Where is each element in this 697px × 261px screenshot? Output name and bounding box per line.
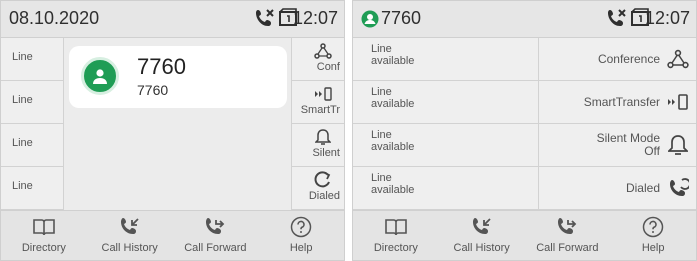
line-status: available: [371, 55, 415, 67]
help-button[interactable]: Help: [258, 211, 344, 260]
dialed-button[interactable]: Dialed: [291, 167, 344, 210]
soft-keys: Conference SmartTransfer Silent Mode Off…: [539, 38, 696, 210]
line-key-2[interactable]: Line available: [353, 81, 539, 124]
line-label: Line: [371, 86, 392, 98]
soft-keys: Conf SmartTr Silent Dialed: [291, 38, 344, 210]
silent-mode-state: Off: [644, 144, 660, 158]
call-forward-button[interactable]: Call Forward: [525, 211, 611, 260]
line-key-2[interactable]: Line: [1, 81, 64, 124]
help-label: Help: [641, 242, 665, 254]
line-keys: Line Line Line Line: [1, 38, 64, 210]
conference-label: Conf: [316, 61, 340, 73]
dialed-label: Dialed: [625, 180, 660, 195]
contact-icon: [93, 69, 107, 84]
call-history-icon: [87, 216, 173, 238]
call-history-label: Call History: [453, 242, 510, 254]
redial-icon: [308, 171, 338, 189]
status-date: 08.10.2020: [9, 8, 100, 28]
dialed-button[interactable]: Dialed: [539, 167, 696, 210]
bell-icon: [666, 134, 690, 156]
line-status: available: [371, 141, 415, 153]
help-label: Help: [289, 242, 313, 254]
line-label: Line: [371, 43, 392, 55]
line-keys: Line available Line available Line avail…: [353, 38, 539, 210]
line-label: Line: [371, 129, 392, 141]
silent-mode-label: Silent Mode Off: [597, 132, 660, 158]
phone-screen-call: 08.10.2020 12:07 Line Line Line Line 776…: [0, 0, 345, 261]
silent-mode-button[interactable]: Silent Mode Off: [539, 124, 696, 167]
line-status: available: [371, 98, 415, 110]
call-name: 7760: [137, 54, 186, 79]
smart-transfer-button[interactable]: SmartTransfer: [539, 81, 696, 124]
account-name: 7760: [381, 8, 422, 28]
book-icon: [353, 216, 439, 238]
bottom-bar: Directory Call History Call Forward Help: [353, 210, 696, 260]
status-bar: 7760 12:07: [353, 1, 696, 38]
call-forward-icon: [173, 216, 259, 238]
directory-label: Directory: [21, 242, 66, 254]
help-button[interactable]: Help: [610, 211, 696, 260]
avatar: [81, 57, 119, 95]
smart-transfer-label: SmartTransfer: [583, 94, 660, 109]
call-number: 7760: [137, 82, 169, 98]
line-key-4[interactable]: Line: [1, 167, 64, 210]
missed-call-icon: [606, 8, 628, 33]
call-forward-button[interactable]: Call Forward: [173, 211, 259, 260]
conference-button[interactable]: Conference: [539, 38, 696, 81]
conference-icon: [666, 49, 690, 69]
missed-call-icon: [254, 8, 276, 33]
line-key-1[interactable]: Line available: [353, 38, 539, 81]
line-key-3[interactable]: Line: [1, 124, 64, 167]
smart-transfer-button[interactable]: SmartTr: [291, 81, 344, 124]
call-history-button[interactable]: Call History: [87, 211, 173, 260]
call-forward-label: Call Forward: [536, 242, 599, 254]
call-history-icon: [439, 216, 525, 238]
bottom-bar: Directory Call History Call Forward Help: [1, 210, 344, 260]
smart-transfer-icon: [666, 93, 690, 111]
smart-transfer-icon: [308, 85, 338, 103]
active-call-card[interactable]: 7760 7760: [69, 46, 287, 108]
directory-label: Directory: [373, 242, 418, 254]
phone-screen-idle: 7760 12:07 Line available Line available…: [352, 0, 697, 261]
directory-button[interactable]: Directory: [353, 211, 439, 260]
call-history-button[interactable]: Call History: [439, 211, 525, 260]
account-icon: [361, 10, 379, 33]
status-time: 12:07: [292, 8, 338, 28]
book-icon: [1, 216, 87, 238]
line-key-4[interactable]: Line available: [353, 167, 539, 210]
conference-label: Conference: [597, 51, 660, 66]
help-icon: [258, 216, 344, 238]
line-key-3[interactable]: Line available: [353, 124, 539, 167]
line-label: Line: [371, 172, 392, 184]
call-forward-label: Call Forward: [184, 242, 247, 254]
conference-icon: [308, 42, 338, 60]
dialed-label: Dialed: [308, 190, 340, 202]
call-history-label: Call History: [101, 242, 158, 254]
silent-label: Silent: [312, 147, 340, 159]
conference-button[interactable]: Conf: [291, 38, 344, 81]
silent-mode-title: Silent Mode: [596, 131, 660, 145]
redial-icon: [666, 177, 690, 199]
status-bar: 08.10.2020 12:07: [1, 1, 344, 38]
line-key-1[interactable]: Line: [1, 38, 64, 81]
line-status: available: [371, 184, 415, 196]
help-icon: [610, 216, 696, 238]
bell-icon: [308, 128, 338, 146]
silent-button[interactable]: Silent: [291, 124, 344, 167]
status-time: 12:07: [644, 8, 690, 28]
smart-transfer-label: SmartTr: [300, 104, 340, 116]
directory-button[interactable]: Directory: [1, 211, 87, 260]
call-forward-icon: [525, 216, 611, 238]
